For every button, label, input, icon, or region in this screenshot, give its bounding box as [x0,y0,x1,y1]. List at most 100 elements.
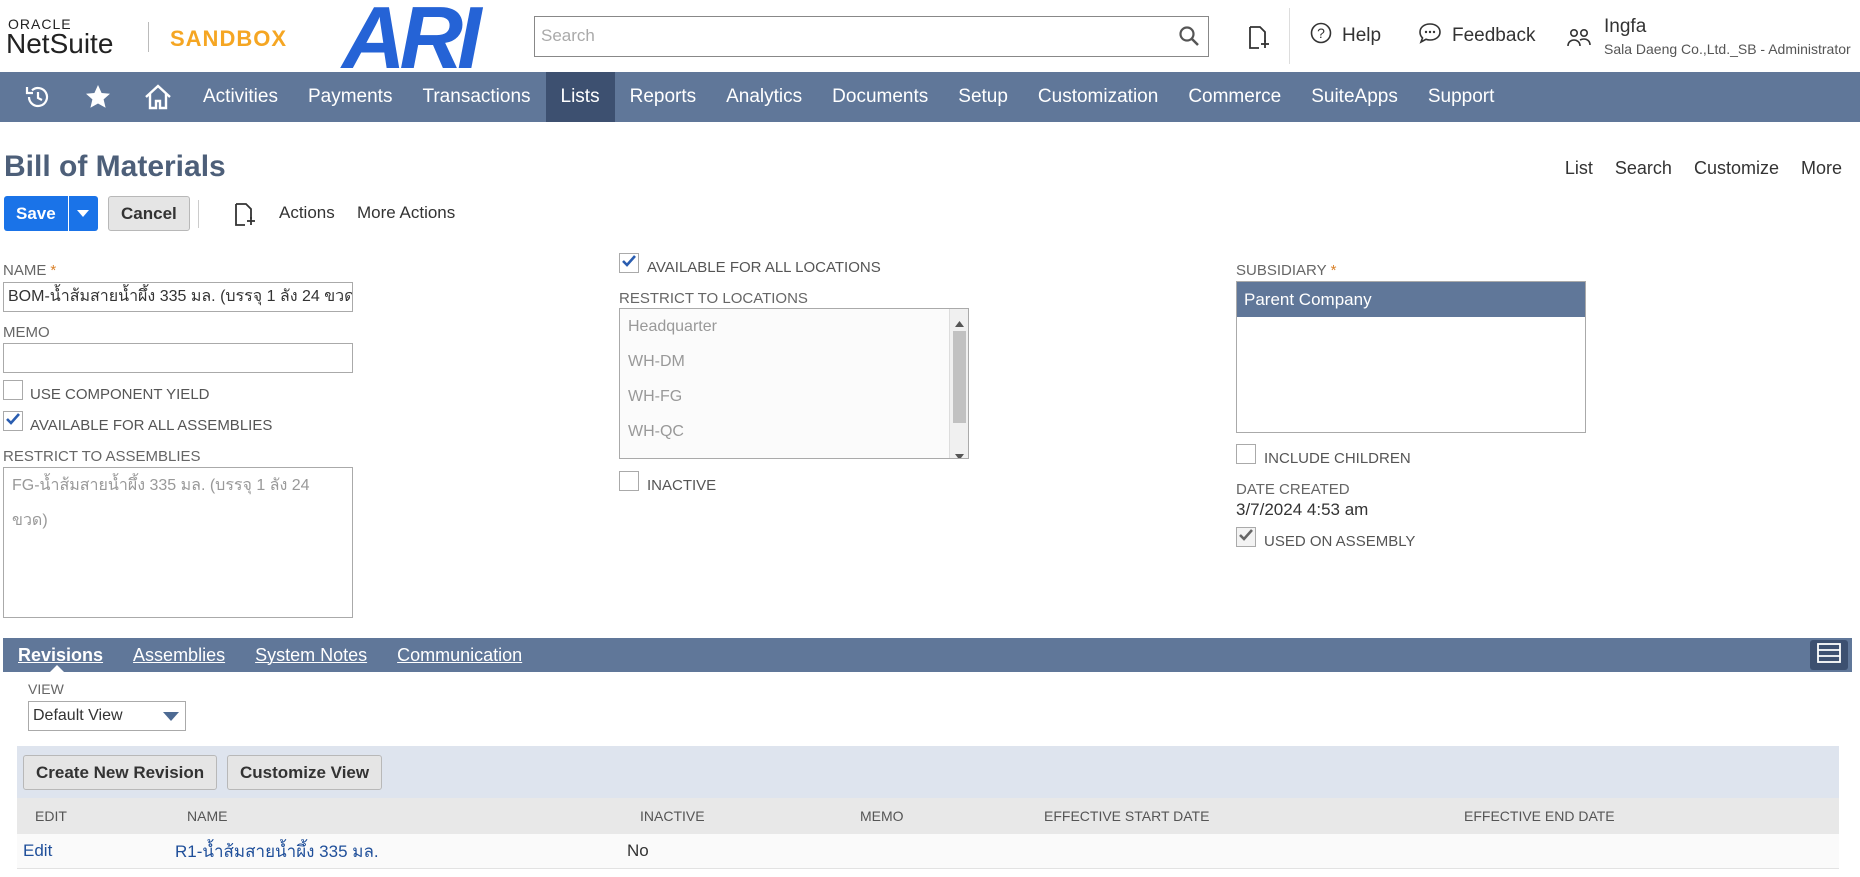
tab-assemblies[interactable]: Assemblies [118,638,240,672]
name-field[interactable]: BOM-น้ำส้มสายน้ำผึ้ง 335 มล. (บรรจุ 1 ลั… [3,282,353,312]
view-select[interactable]: Default View [28,701,186,731]
edit-link[interactable]: Edit [23,841,52,861]
main-nav: Activities Payments Transactions Lists R… [0,72,1860,122]
subsidiary-listbox[interactable]: Parent Company [1236,281,1586,433]
nav-customization[interactable]: Customization [1023,72,1173,122]
netsuite-logo[interactable]: NetSuite [6,28,113,60]
view-select-value: Default View [33,707,123,724]
nav-reports[interactable]: Reports [615,72,712,122]
available-all-assemblies-checkbox[interactable] [3,411,23,431]
new-document-icon[interactable] [232,202,256,233]
list-item[interactable]: Headquarter [620,309,968,344]
inactive-checkbox[interactable] [619,471,639,491]
roles-icon[interactable] [1566,26,1592,55]
caret-down-icon [77,205,90,223]
company-logo: ARI [342,0,482,87]
used-on-assembly-label: USED ON ASSEMBLY [1264,533,1416,550]
save-button[interactable]: Save [4,196,68,231]
scroll-down-icon[interactable] [955,447,964,458]
nav-documents[interactable]: Documents [817,72,943,122]
list-link[interactable]: List [1565,158,1593,179]
required-asterisk: * [1330,262,1337,279]
chevron-down-icon [163,712,179,721]
memo-field[interactable] [3,343,353,373]
include-children-checkbox[interactable] [1236,444,1256,464]
tab-communication[interactable]: Communication [382,638,537,672]
svg-text:?: ? [1317,25,1325,41]
layout-toggle-button[interactable] [1810,640,1848,670]
help-label: Help [1342,25,1382,46]
nav-lists[interactable]: Lists [545,72,615,122]
scroll-up-icon[interactable] [955,314,964,332]
use-component-yield-checkbox[interactable] [3,380,23,400]
col-effective-start-date[interactable]: EFFECTIVE START DATE [1044,808,1209,824]
restrict-locations-label: RESTRICT TO LOCATIONS [619,290,808,307]
nav-setup[interactable]: Setup [943,72,1023,122]
use-component-yield-label: USE COMPONENT YIELD [30,386,210,403]
required-asterisk: * [50,262,57,279]
restrict-assemblies-listbox[interactable]: FG-น้ำส้มสายน้ำผึ้ง 335 มล. (บรรจุ 1 ลัง… [3,467,353,618]
col-effective-end-date[interactable]: EFFECTIVE END DATE [1464,808,1615,824]
feedback-link[interactable]: Feedback [1418,22,1535,50]
listbox-scrollbar[interactable] [949,309,968,458]
list-item[interactable]: FG-น้ำส้มสายน้ำผึ้ง 335 มล. (บรรจุ 1 ลัง… [4,468,352,529]
active-tab-indicator [50,665,64,672]
available-all-assemblies-label: AVAILABLE FOR ALL ASSEMBLIES [30,417,273,434]
sandbox-label: SANDBOX [170,26,288,51]
nav-commerce[interactable]: Commerce [1173,72,1296,122]
list-item[interactable]: WH-DM [620,344,968,379]
col-edit[interactable]: EDIT [35,808,67,824]
create-new-revision-button[interactable]: Create New Revision [23,755,218,790]
nav-analytics[interactable]: Analytics [711,72,817,122]
scrollbar-thumb[interactable] [953,331,966,423]
subsidiary-label: SUBSIDIARY * [1236,262,1337,279]
home-icon[interactable] [128,72,188,122]
help-link[interactable]: ? Help [1310,22,1381,50]
checkmark-icon [621,254,637,273]
list-item[interactable]: WH-FG [620,379,968,414]
list-item[interactable]: WH-QC [620,414,968,449]
list-item[interactable]: WH-RM [620,449,968,458]
top-header: ORACLE NetSuite SANDBOX ARI ? Help Feedb… [0,0,1860,82]
search-input[interactable] [535,17,1155,55]
table-header: EDIT NAME INACTIVE MEMO EFFECTIVE START … [17,798,1839,834]
restrict-assemblies-label: RESTRICT TO ASSEMBLIES [3,448,201,465]
customize-link[interactable]: Customize [1694,158,1779,179]
actions-menu[interactable]: Actions [279,203,335,223]
save-button-group: Save [4,196,98,231]
shortcuts-star-icon[interactable] [68,72,128,122]
tab-system-notes[interactable]: System Notes [240,638,382,672]
subtab-bar: Revisions Assemblies System Notes Commun… [3,638,1852,672]
feedback-icon [1418,22,1442,50]
search-link[interactable]: Search [1615,158,1672,179]
nav-suiteapps[interactable]: SuiteApps [1296,72,1413,122]
revision-name-link[interactable]: R1-น้ำส้มสายน้ำผึ้ง 335 มล. [175,838,379,865]
recent-records-icon[interactable] [8,72,68,122]
user-name[interactable]: Ingfa [1604,16,1646,38]
nav-payments[interactable]: Payments [293,72,407,122]
col-inactive[interactable]: INACTIVE [640,808,705,824]
more-actions-menu[interactable]: More Actions [357,203,455,223]
more-link[interactable]: More [1801,158,1842,179]
search-icon[interactable] [1178,25,1200,52]
col-memo[interactable]: MEMO [860,808,904,824]
save-dropdown-button[interactable] [67,196,98,231]
new-record-icon[interactable] [1246,25,1270,56]
nav-support[interactable]: Support [1413,72,1510,122]
customize-view-button[interactable]: Customize View [227,755,383,790]
available-all-locations-checkbox[interactable] [619,253,639,273]
view-label: VIEW [28,681,64,697]
user-role[interactable]: Sala Daeng Co.,Ltd._SB - Administrator [1604,41,1851,57]
list-item-selected[interactable]: Parent Company [1237,282,1585,317]
page-links: List Search Customize More [1565,158,1842,179]
revisions-table: EDIT NAME INACTIVE MEMO EFFECTIVE START … [17,798,1839,869]
restrict-locations-listbox[interactable]: Headquarter WH-DM WH-FG WH-QC WH-RM [619,308,969,459]
date-created-label: DATE CREATED [1236,481,1350,498]
inactive-label: INACTIVE [647,477,717,494]
memo-label: MEMO [3,324,50,341]
nav-transactions[interactable]: Transactions [407,72,545,122]
nav-activities[interactable]: Activities [188,72,293,122]
global-search [534,16,1209,57]
cancel-button[interactable]: Cancel [108,196,190,231]
col-name[interactable]: NAME [187,808,227,824]
